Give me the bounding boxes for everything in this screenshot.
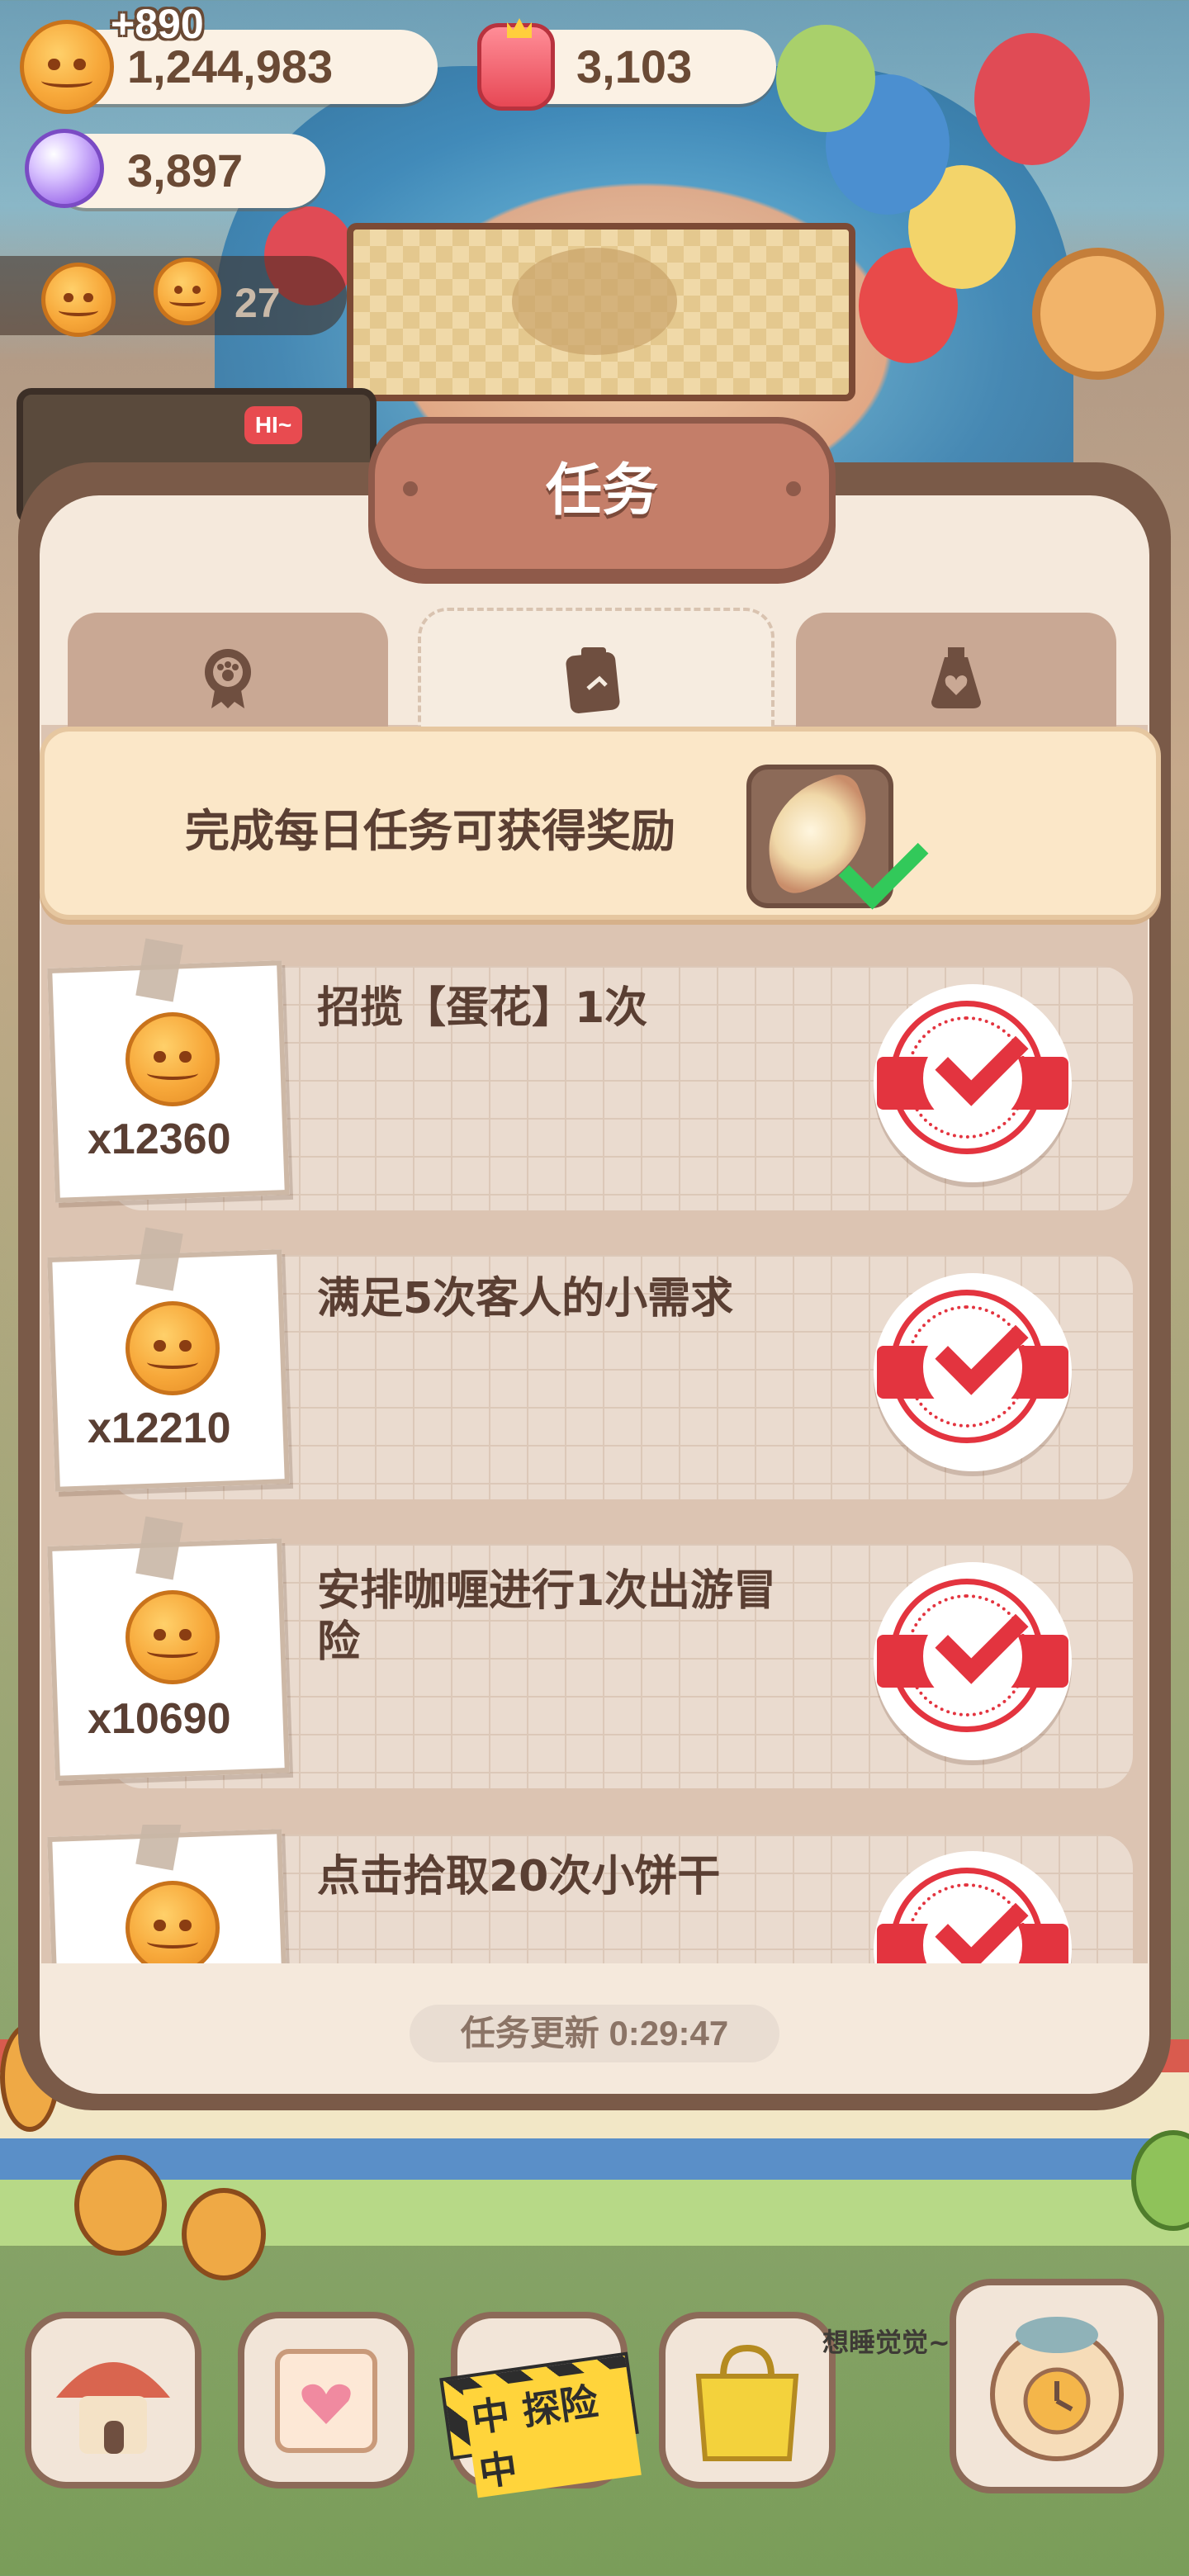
shop-bag-button[interactable] <box>659 2312 836 2488</box>
cookie-character[interactable] <box>182 2188 266 2280</box>
task-reward-amount: x12360 <box>88 1115 231 1163</box>
sleep-speech: 想睡觉觉~ <box>822 2327 950 2358</box>
heart-amount: 3,103 <box>576 40 693 92</box>
completed-stamp-icon <box>874 1273 1072 1471</box>
coin-icon <box>20 20 114 114</box>
home-button[interactable] <box>25 2312 201 2488</box>
tab-achievements[interactable] <box>68 613 388 728</box>
task-refresh-timer: 任务更新 0:29:47 <box>410 2005 779 2062</box>
task-title: 满足5次客人的小需求 <box>317 1274 734 1324</box>
crown-icon <box>507 18 532 38</box>
tab-daily-tasks[interactable] <box>418 608 775 732</box>
tab-collection[interactable] <box>796 613 1116 728</box>
bottle-heart-icon <box>923 644 989 713</box>
completed-stamp-icon <box>874 984 1072 1182</box>
cookie-coin-icon <box>126 1012 220 1106</box>
gear-decoration-icon[interactable] <box>1032 248 1164 380</box>
paw-medal-icon <box>195 644 261 713</box>
notebook-heart-icon <box>275 2349 377 2453</box>
character-alarm-button[interactable] <box>950 2279 1164 2493</box>
dialog-title: 任务 <box>545 458 658 523</box>
coin-gain-float: +890 <box>111 1 204 47</box>
cookie-coin-icon <box>126 1301 220 1395</box>
clipboard-icon <box>563 642 629 717</box>
task-reward-amount: x12210 <box>88 1404 231 1452</box>
notebook-button[interactable] <box>238 2312 414 2488</box>
hi-sign: HI~ <box>244 406 302 444</box>
exploring-label: 中 探险中 <box>462 2366 642 2498</box>
side-coin-icon <box>41 263 116 337</box>
task-reward-amount: x10690 <box>88 1695 231 1743</box>
balloon <box>974 33 1090 165</box>
side-cookie-character-icon <box>154 258 221 325</box>
banner-text: 完成每日任务可获得奖励 <box>185 805 675 857</box>
shop-sign-emblem <box>512 248 677 355</box>
side-count: 27 <box>234 280 281 326</box>
task-title: 招揽【蛋花】1次 <box>317 983 648 1033</box>
gem-amount: 3,897 <box>127 144 244 197</box>
task-title: 安排咖喱进行1次出游冒险 <box>317 1566 777 1667</box>
cookie-coin-icon <box>126 1590 220 1684</box>
gem-icon <box>25 129 104 208</box>
mushroom-house-icon <box>56 2362 170 2454</box>
cookie-character[interactable] <box>74 2155 167 2256</box>
character-alarm-clock-icon <box>990 2317 1124 2461</box>
completed-stamp-icon <box>874 1562 1072 1760</box>
balloon <box>776 25 875 132</box>
shopping-bag-icon <box>695 2344 799 2461</box>
task-clip: 点击拾取20次小饼干 <box>0 1825 1189 1963</box>
task-title: 点击拾取20次小饼干 <box>317 1852 721 1901</box>
